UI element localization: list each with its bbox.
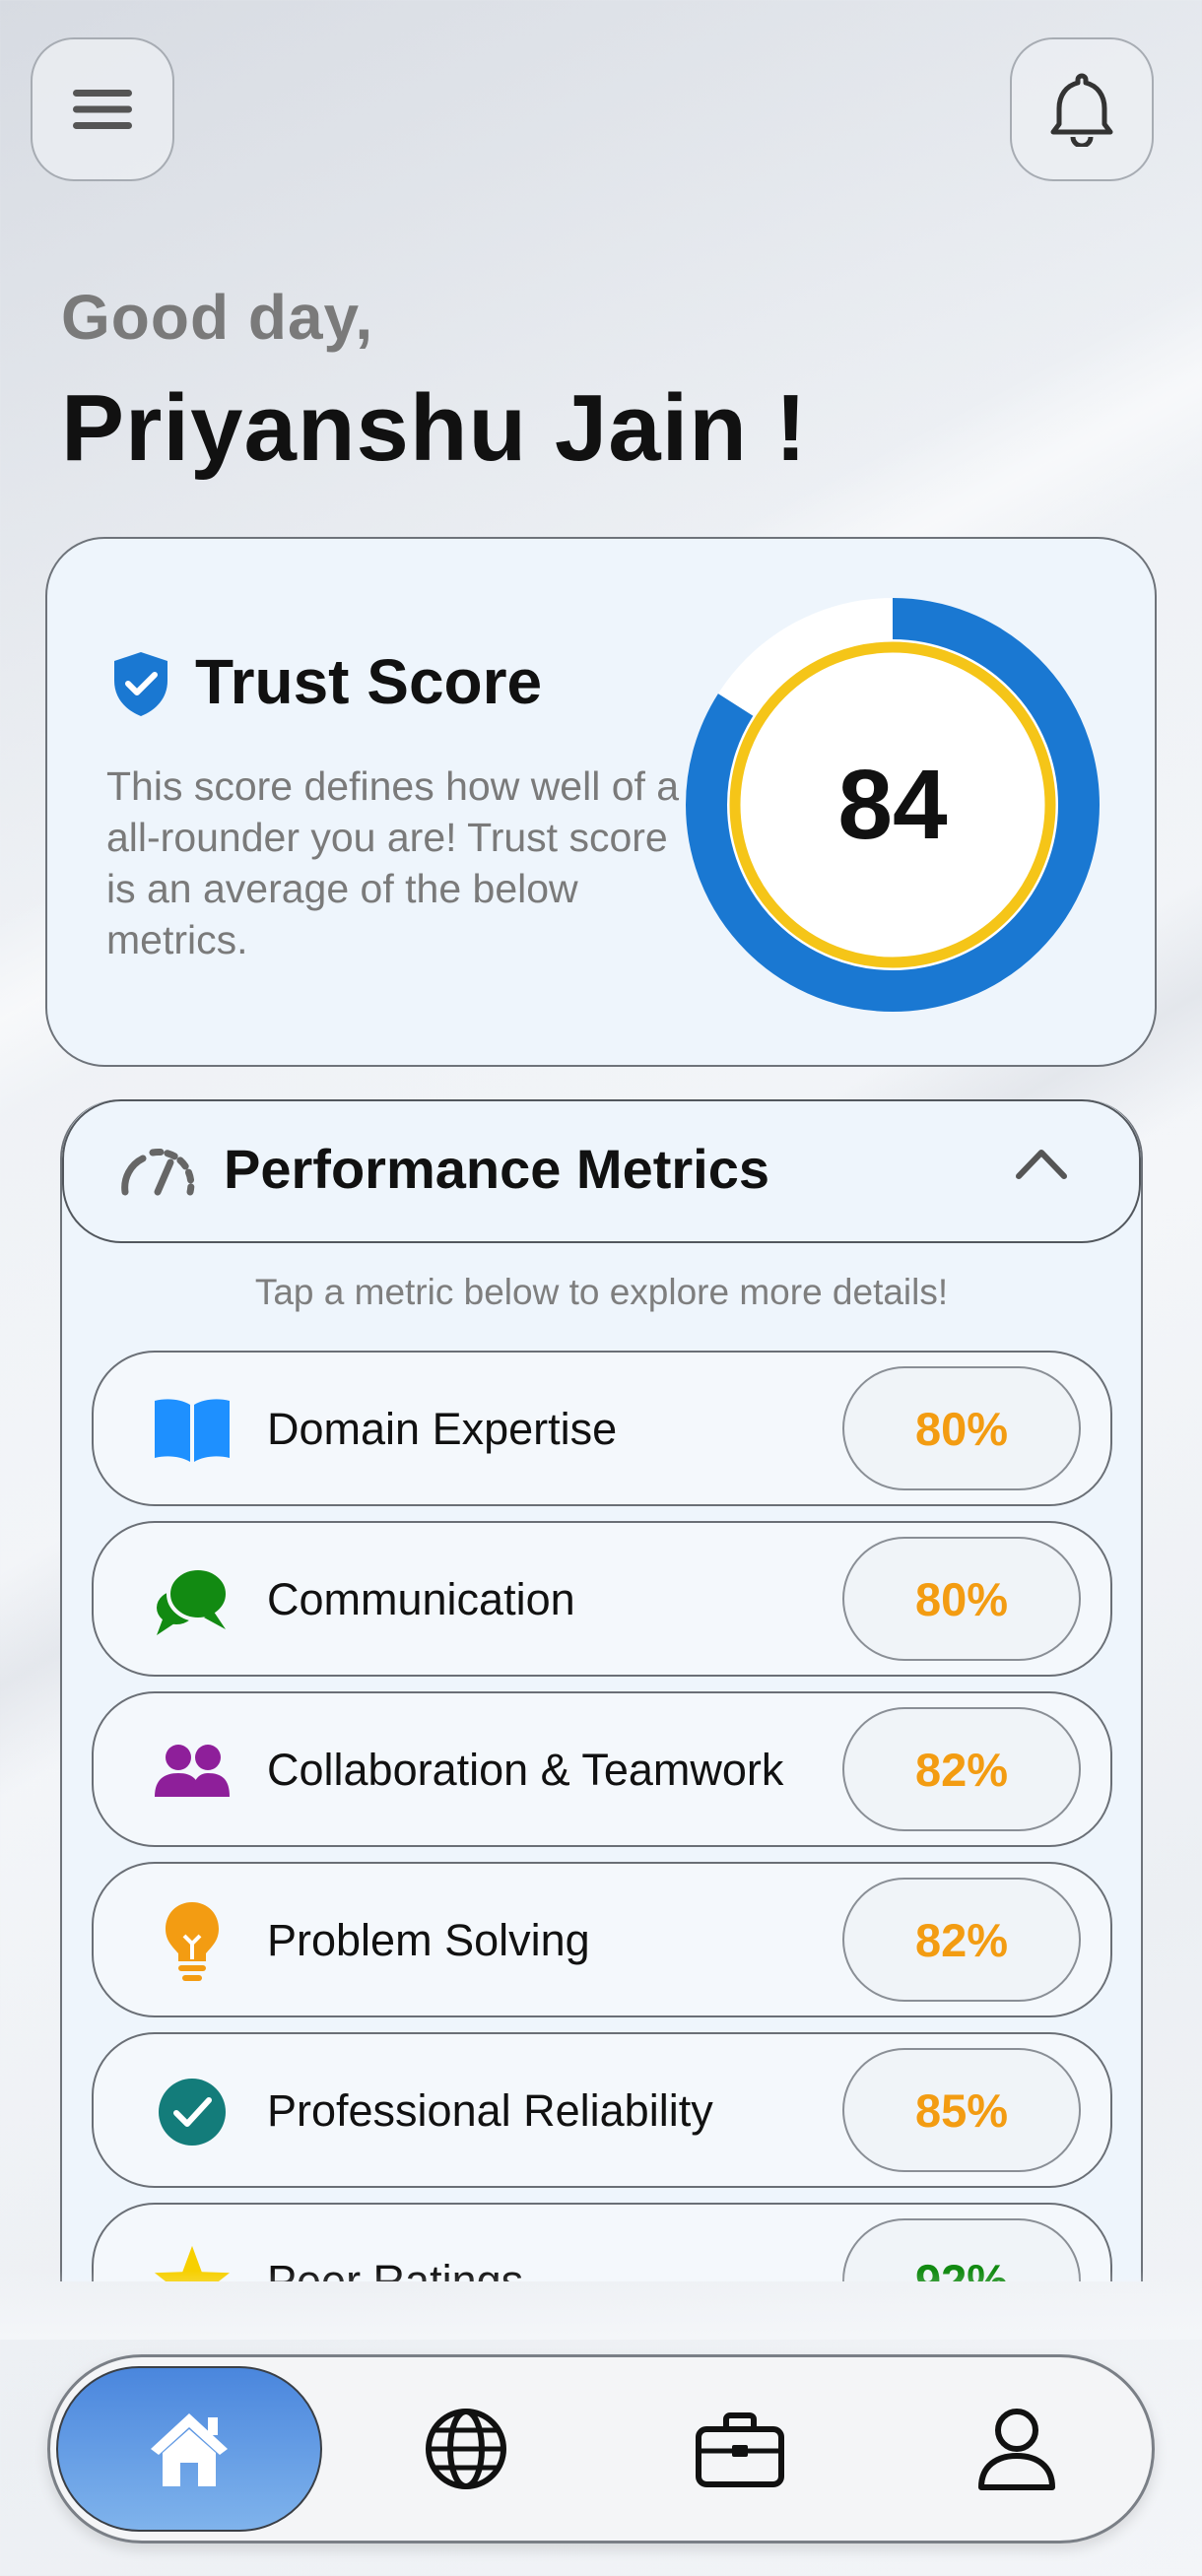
trust-score-description: This score defines how well of a all-rou… [106,763,680,962]
metric-label: Problem Solving [267,1915,590,1965]
greeting-text: Good day, [61,282,374,353]
menu-button[interactable] [31,37,174,181]
nav-explore-button[interactable] [392,2357,540,2541]
hamburger-menu-icon [73,90,132,129]
trust-score-title: Trust Score [195,646,543,717]
metric-label: Collaboration & Teamwork [267,1745,784,1795]
metric-value: 82% [842,1878,1081,2002]
metric-row-problem-solving[interactable]: Problem Solving 82% [92,1862,1112,2017]
metric-value: 85% [842,2048,1081,2172]
metric-label: Communication [267,1574,575,1624]
check-circle-icon [153,2073,232,2151]
nav-profile-button[interactable] [943,2357,1091,2541]
metric-value: 80% [842,1537,1081,1661]
globe-icon [426,2409,506,2489]
metric-row-professional-reliability[interactable]: Professional Reliability 85% [92,2032,1112,2188]
open-book-icon [153,1391,232,1470]
metric-row-peer-ratings[interactable]: Peer Ratings 92% [92,2203,1112,2281]
performance-metrics-title: Performance Metrics [224,1138,770,1200]
trust-score-value: 84 [837,749,948,860]
chevron-up-icon[interactable] [1015,1147,1068,1180]
metric-row-collaboration-teamwork[interactable]: Collaboration & Teamwork 82% [92,1691,1112,1847]
chat-bubbles-icon [153,1561,232,1640]
notifications-button[interactable] [1010,37,1154,181]
lightbulb-icon [153,1902,232,1981]
metric-label: Domain Expertise [267,1404,618,1454]
home-icon [151,2413,228,2486]
performance-metrics-panel: Performance Metrics Tap a metric below t… [60,1099,1143,2281]
nav-jobs-button[interactable] [666,2357,814,2541]
trust-score-card: Trust Score This score defines how well … [45,537,1157,1067]
briefcase-icon [696,2412,784,2487]
metric-value: 82% [842,1707,1081,1831]
people-group-icon [153,1732,232,1811]
metric-label: Professional Reliability [267,2085,713,2136]
metrics-hint: Tap a metric below to explore more detai… [254,1272,949,1312]
bell-icon [1050,73,1113,147]
shield-check-icon [114,652,167,716]
performance-metrics-header[interactable]: Performance Metrics [62,1099,1141,1243]
metric-row-domain-expertise[interactable]: Domain Expertise 80% [92,1351,1112,1506]
metric-value: 80% [842,1366,1081,1490]
user-name: Priyanshu Jain ! [61,375,808,481]
metric-row-communication[interactable]: Communication 80% [92,1521,1112,1677]
nav-home-button[interactable] [56,2366,322,2532]
bottom-navigation [47,2354,1155,2543]
user-profile-icon [978,2409,1055,2490]
gauge-icon [121,1148,195,1196]
